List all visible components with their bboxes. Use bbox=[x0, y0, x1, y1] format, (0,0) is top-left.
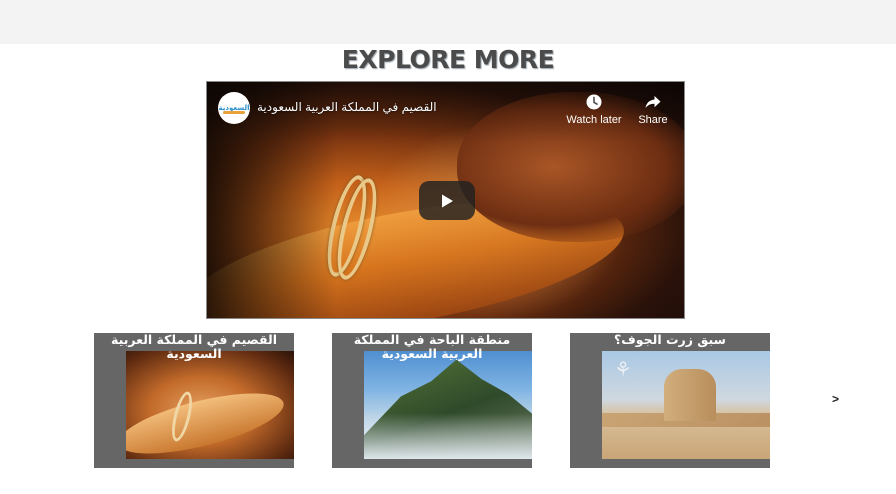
section-heading: EXPLORE MORE bbox=[341, 45, 555, 74]
video-player[interactable]: السعودية القصيم في المملكة العربية السعو… bbox=[206, 81, 685, 319]
play-button[interactable] bbox=[419, 181, 475, 220]
carousel-item-baha[interactable]: منطقة الباحة في المملكة العربية السعودية bbox=[332, 333, 532, 468]
channel-logo-bar bbox=[223, 111, 245, 114]
share-arrow-icon bbox=[645, 96, 661, 108]
top-bar bbox=[0, 0, 896, 44]
carousel-thumbnail[interactable]: ⚘ bbox=[602, 351, 770, 459]
carousel-item-title[interactable]: منطقة الباحة في المملكة العربية السعودية bbox=[340, 333, 524, 361]
watch-later-label: Watch later bbox=[566, 114, 622, 126]
play-icon bbox=[442, 194, 453, 207]
carousel-item-title[interactable]: القصيم في المملكة العربية السعودية bbox=[102, 333, 286, 361]
clock-icon bbox=[586, 94, 602, 110]
carousel-item-jouf[interactable]: سبق زرت الجوف؟ ⚘ bbox=[570, 333, 770, 468]
carousel-item-title[interactable]: سبق زرت الجوف؟ bbox=[578, 333, 762, 347]
carousel-next-button[interactable]: > bbox=[832, 392, 839, 406]
share-label: Share bbox=[638, 114, 668, 126]
carousel-item-qassim[interactable]: القصيم في المملكة العربية السعودية bbox=[94, 333, 294, 468]
watch-later-button[interactable]: Watch later bbox=[562, 93, 626, 126]
carousel-thumbnail[interactable] bbox=[126, 351, 294, 459]
palm-emblem-icon: ⚘ bbox=[614, 359, 632, 381]
carousel-thumbnail[interactable] bbox=[364, 351, 532, 459]
channel-avatar[interactable]: السعودية bbox=[218, 92, 250, 124]
share-button[interactable]: Share bbox=[621, 93, 684, 126]
video-title[interactable]: القصيم في المملكة العربية السعودية bbox=[257, 100, 437, 114]
